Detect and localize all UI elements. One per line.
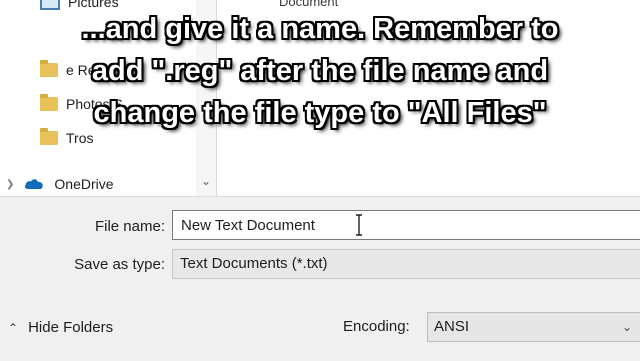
- encoding-select[interactable]: ANSI ⌄: [427, 312, 640, 342]
- chevron-right-icon[interactable]: ❯: [6, 179, 14, 190]
- encoding-label: Encoding:: [343, 318, 410, 335]
- file-name-label: File name:: [94, 218, 165, 235]
- save-as-type-select[interactable]: Text Documents (*.txt): [172, 249, 640, 279]
- save-as-type-value: Text Documents (*.txt): [180, 255, 328, 272]
- text-cursor-icon: [356, 214, 362, 236]
- save-as-type-label: Save as type:: [74, 256, 165, 273]
- tutorial-caption: ...and give it a name. Remember to add "…: [81, 13, 559, 129]
- hide-folders-button[interactable]: ⌃ Hide Folders: [8, 319, 113, 336]
- chevron-down-icon[interactable]: ⌄: [199, 174, 213, 188]
- nav-item-label: OneDrive: [54, 176, 114, 192]
- chevron-down-icon: ⌄: [621, 320, 632, 334]
- nav-item-onedrive[interactable]: ❯ OneDrive: [6, 176, 114, 192]
- hide-folders-label: Hide Folders: [28, 319, 114, 336]
- encoding-value: ANSI: [434, 318, 470, 335]
- file-name-input[interactable]: [172, 210, 640, 240]
- chevron-up-icon: ⌃: [8, 320, 19, 335]
- onedrive-icon: [25, 179, 44, 189]
